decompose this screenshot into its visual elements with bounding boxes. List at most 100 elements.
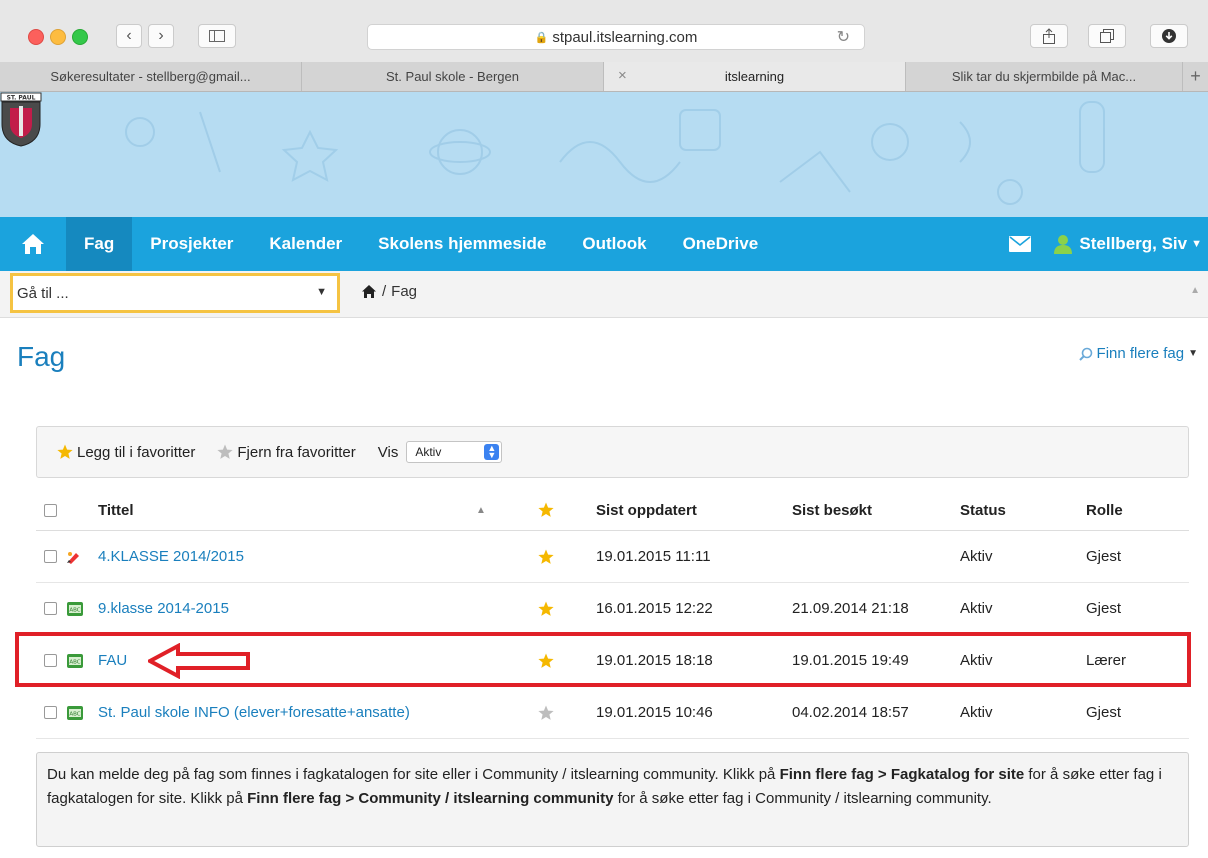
tab-label: Søkeresultater - stellberg@gmail... (50, 69, 251, 84)
svg-text:ABC: ABC (69, 711, 80, 717)
browser-toolbar: ‹ › 🔒 stpaul.itslearning.com ↻ (0, 0, 1208, 63)
table-row: 4.KLASSE 2014/2015 19.01.2015 11:11 Akti… (36, 531, 1189, 583)
mail-icon[interactable] (1009, 236, 1032, 252)
find-more-courses-link[interactable]: Finn flere fag ▼ (1078, 345, 1198, 362)
main-nav: Fag Prosjekter Kalender Skolens hjemmesi… (0, 217, 1208, 271)
tab-bar: Søkeresultater - stellberg@gmail... St. … (0, 62, 1208, 92)
caret-down-icon: ▼ (1188, 348, 1198, 359)
goto-placeholder: Gå til ... (17, 284, 69, 302)
zoom-window-button[interactable] (72, 29, 88, 45)
col-visited[interactable]: Sist besøkt (792, 490, 872, 530)
user-menu[interactable]: Stellberg, Siv ▼ (1053, 234, 1208, 254)
role: Gjest (1086, 704, 1122, 721)
forward-button[interactable]: › (148, 24, 174, 48)
course-table: Tittel ▲ Sist oppdatert Sist besøkt Stat… (36, 490, 1189, 739)
role: Lærer (1086, 652, 1127, 669)
select-all-checkbox[interactable] (44, 490, 57, 530)
star-icon (538, 502, 554, 517)
remove-favorite-button[interactable]: Fjern fra favoritter (217, 444, 356, 461)
reload-icon[interactable]: ↻ (837, 27, 850, 47)
home-button[interactable] (0, 217, 66, 271)
col-updated[interactable]: Sist oppdatert (596, 490, 697, 530)
col-role[interactable]: Rolle (1086, 490, 1123, 530)
sidebar-icon (209, 30, 225, 42)
tab-itslearning[interactable]: × itslearning (604, 62, 906, 91)
col-favorite[interactable] (538, 490, 554, 530)
star-icon (57, 444, 73, 459)
status: Aktiv (960, 600, 993, 617)
star-icon (538, 601, 554, 616)
close-tab-icon[interactable]: × (618, 67, 627, 84)
sidebar-toggle-button[interactable] (198, 24, 236, 48)
course-abc-icon: ABC (67, 583, 83, 634)
tab-label: St. Paul skole - Bergen (386, 69, 519, 84)
status-filter-select[interactable]: Aktiv ▲ ▼ (406, 441, 503, 463)
nav-skolens-hjemmeside[interactable]: Skolens hjemmeside (360, 217, 564, 271)
pencil-icon (66, 531, 82, 582)
sort-asc-icon[interactable]: ▲ (476, 490, 486, 530)
add-favorite-button[interactable]: Legg til i favoritter (57, 444, 195, 461)
favorite-star[interactable] (538, 635, 554, 686)
chevron-left-icon: ‹ (126, 27, 132, 44)
col-title[interactable]: Tittel (98, 490, 134, 530)
row-checkbox[interactable] (44, 531, 57, 582)
tab-search-results[interactable]: Søkeresultater - stellberg@gmail... (0, 62, 302, 91)
nav-kalender[interactable]: Kalender (251, 217, 360, 271)
info-text-1: Du kan melde deg på fag som finnes i fag… (47, 766, 780, 783)
tab-st-paul[interactable]: St. Paul skole - Bergen (302, 62, 604, 91)
row-checkbox[interactable] (44, 583, 57, 634)
row-checkbox[interactable] (44, 635, 57, 686)
banner-doodle-pattern (125, 101, 1105, 205)
breadcrumb: / Fag (362, 283, 417, 300)
col-status[interactable]: Status (960, 490, 1006, 530)
favorite-star[interactable] (538, 583, 554, 634)
star-icon (538, 549, 554, 564)
home-icon[interactable] (362, 285, 376, 298)
course-abc-icon: ABC (67, 635, 83, 686)
last-updated: 19.01.2015 18:18 (596, 652, 713, 669)
course-link[interactable]: FAU (98, 635, 127, 686)
breadcrumb-bar: Gå til ... ▼ / Fag ▲ (0, 271, 1208, 318)
course-link[interactable]: 4.KLASSE 2014/2015 (98, 531, 244, 582)
school-logo: ST. PAUL (0, 92, 42, 147)
table-row: ABC 9.klasse 2014-2015 16.01.2015 12:22 … (36, 583, 1189, 635)
goto-dropdown[interactable]: Gå til ... ▼ (10, 273, 340, 313)
favorite-star[interactable] (538, 687, 554, 738)
nav-fag[interactable]: Fag (66, 217, 133, 271)
info-message: Du kan melde deg på fag som finnes i fag… (36, 752, 1189, 847)
breadcrumb-current: Fag (391, 283, 418, 300)
course-link[interactable]: 9.klasse 2014-2015 (98, 583, 229, 634)
caret-down-icon: ▼ (316, 286, 327, 298)
course-action-bar: Legg til i favoritter Fjern fra favoritt… (36, 426, 1189, 478)
nav-outlook[interactable]: Outlook (564, 217, 664, 271)
tabs-overview-button[interactable] (1088, 24, 1126, 48)
last-visited: 19.01.2015 19:49 (792, 652, 909, 669)
tab-label: itslearning (724, 69, 785, 84)
star-outline-icon (538, 705, 554, 720)
scroll-up-icon[interactable]: ▲ (1190, 285, 1200, 296)
tab-mac-screenshot[interactable]: Slik tar du skjermbilde på Mac... (906, 62, 1183, 91)
nav-onedrive[interactable]: OneDrive (665, 217, 777, 271)
last-visited: 04.02.2014 18:57 (792, 704, 909, 721)
user-avatar-icon (1054, 235, 1073, 254)
minimize-window-button[interactable] (50, 29, 66, 45)
close-window-button[interactable] (28, 29, 44, 45)
address-bar[interactable]: 🔒 stpaul.itslearning.com ↻ (367, 24, 865, 50)
row-checkbox[interactable] (44, 687, 57, 738)
breadcrumb-separator: / (382, 283, 387, 300)
svg-text:ABC: ABC (69, 607, 80, 613)
home-icon (22, 234, 44, 254)
downloads-button[interactable] (1150, 24, 1188, 48)
favorite-star[interactable] (538, 531, 554, 582)
info-bold-1: Finn flere fag > Fagkatalog for site (779, 766, 1025, 783)
new-tab-button[interactable]: + (1183, 62, 1208, 91)
add-favorite-label: Legg til i favoritter (77, 443, 196, 461)
chevron-right-icon: › (158, 27, 164, 44)
back-button[interactable]: ‹ (116, 24, 142, 48)
share-icon (1043, 28, 1055, 44)
course-link[interactable]: St. Paul skole INFO (elever+foresatte+an… (98, 687, 410, 738)
share-button[interactable] (1030, 24, 1068, 48)
status: Aktiv (960, 704, 993, 721)
table-row: ABC St. Paul skole INFO (elever+foresatt… (36, 687, 1189, 739)
nav-prosjekter[interactable]: Prosjekter (132, 217, 251, 271)
